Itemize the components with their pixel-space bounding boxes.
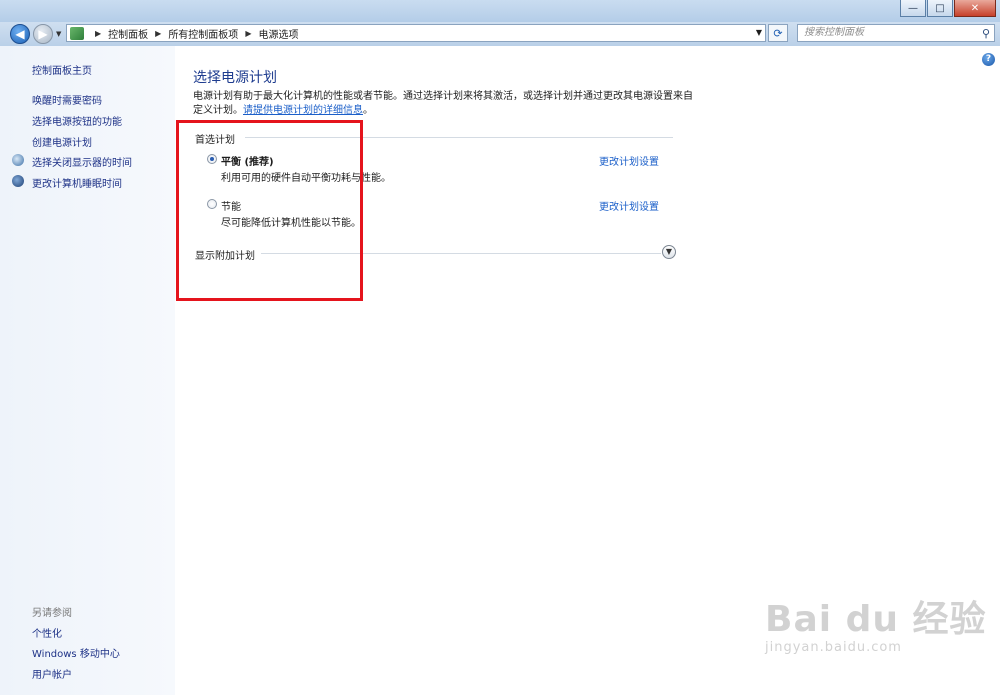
search-input[interactable]: 搜索控制面板 ⚲ (797, 24, 995, 42)
breadcrumb-control-panel[interactable]: 控制面板 (108, 26, 148, 41)
intro-end: 。 (363, 105, 373, 116)
control-panel-icon (70, 26, 84, 40)
change-plan-settings-power-saver[interactable]: 更改计划设置 (599, 198, 659, 213)
monitor-icon (12, 154, 24, 166)
breadcrumb-power-options[interactable]: 电源选项 (258, 26, 298, 41)
minimize-button[interactable]: — (900, 0, 926, 17)
sidebar-item-label: 更改计算机睡眠时间 (32, 179, 122, 190)
see-also-heading: 另请参阅 (32, 608, 72, 619)
sidebar-item-display-off[interactable]: 选择关闭显示器的时间 (12, 154, 132, 169)
title-bar: — □ ✕ (0, 0, 1000, 22)
address-bar[interactable]: ▶ 控制面板 ▶ 所有控制面板项 ▶ 电源选项 ▼ (66, 24, 766, 42)
sidebar-item-home[interactable]: 控制面板主页 (32, 62, 92, 77)
breadcrumb-all-items[interactable]: 所有控制面板项 (168, 26, 238, 41)
page-title: 选择电源计划 (193, 70, 277, 86)
sidebar-item-label: 选择关闭显示器的时间 (32, 158, 132, 169)
see-also-personalization[interactable]: 个性化 (32, 625, 62, 640)
intro-text: 电源计划有助于最大化计算机的性能或者节能。通过选择计划来将其激活，或选择计划并通… (193, 90, 693, 118)
sidebar-item-create-plan[interactable]: 创建电源计划 (32, 134, 92, 149)
see-also-mobility-center[interactable]: Windows 移动中心 (32, 645, 120, 660)
watermark-logo: Bai du 经验 (765, 599, 987, 640)
moon-icon (12, 175, 24, 187)
back-button[interactable]: ◀ (10, 24, 30, 44)
sidebar-item-wake-password[interactable]: 唤醒时需要密码 (32, 92, 102, 107)
maximize-button[interactable]: □ (927, 0, 953, 17)
forward-button[interactable]: ▶ (33, 24, 53, 44)
see-also-user-accounts[interactable]: 用户帐户 (32, 666, 72, 681)
address-dropdown-icon[interactable]: ▼ (756, 28, 762, 37)
change-plan-settings-balanced[interactable]: 更改计划设置 (599, 153, 659, 168)
close-button[interactable]: ✕ (954, 0, 996, 17)
chevron-right-icon[interactable]: ▶ (245, 29, 251, 38)
search-icon[interactable]: ⚲ (982, 26, 990, 42)
chevron-right-icon[interactable]: ▶ (95, 29, 101, 38)
refresh-button[interactable]: ⟳ (768, 24, 788, 42)
navigation-bar: ◀ ▶ ▼ ▶ 控制面板 ▶ 所有控制面板项 ▶ 电源选项 ▼ ⟳ 搜索控制面板… (0, 22, 1000, 46)
left-navigation-pane: 控制面板主页 唤醒时需要密码 选择电源按钮的功能 创建电源计划 选择关闭显示器的… (0, 46, 175, 695)
search-placeholder: 搜索控制面板 (804, 27, 864, 38)
baidu-watermark: Bai du 经验 jingyan.baidu.com (765, 590, 987, 655)
chevron-right-icon[interactable]: ▶ (155, 29, 161, 38)
help-icon[interactable]: ? (982, 53, 995, 66)
watermark-url: jingyan.baidu.com (765, 640, 902, 655)
recent-pages-dropdown-icon[interactable]: ▼ (56, 30, 61, 38)
chevron-down-icon[interactable]: ▼ (662, 245, 676, 259)
plan-details-link[interactable]: 请提供电源计划的详细信息 (243, 105, 363, 116)
caption-buttons: — □ ✕ (900, 0, 996, 17)
sidebar-item-power-button[interactable]: 选择电源按钮的功能 (32, 113, 122, 128)
sidebar-item-sleep-time[interactable]: 更改计算机睡眠时间 (12, 175, 122, 190)
highlight-box (176, 120, 363, 301)
